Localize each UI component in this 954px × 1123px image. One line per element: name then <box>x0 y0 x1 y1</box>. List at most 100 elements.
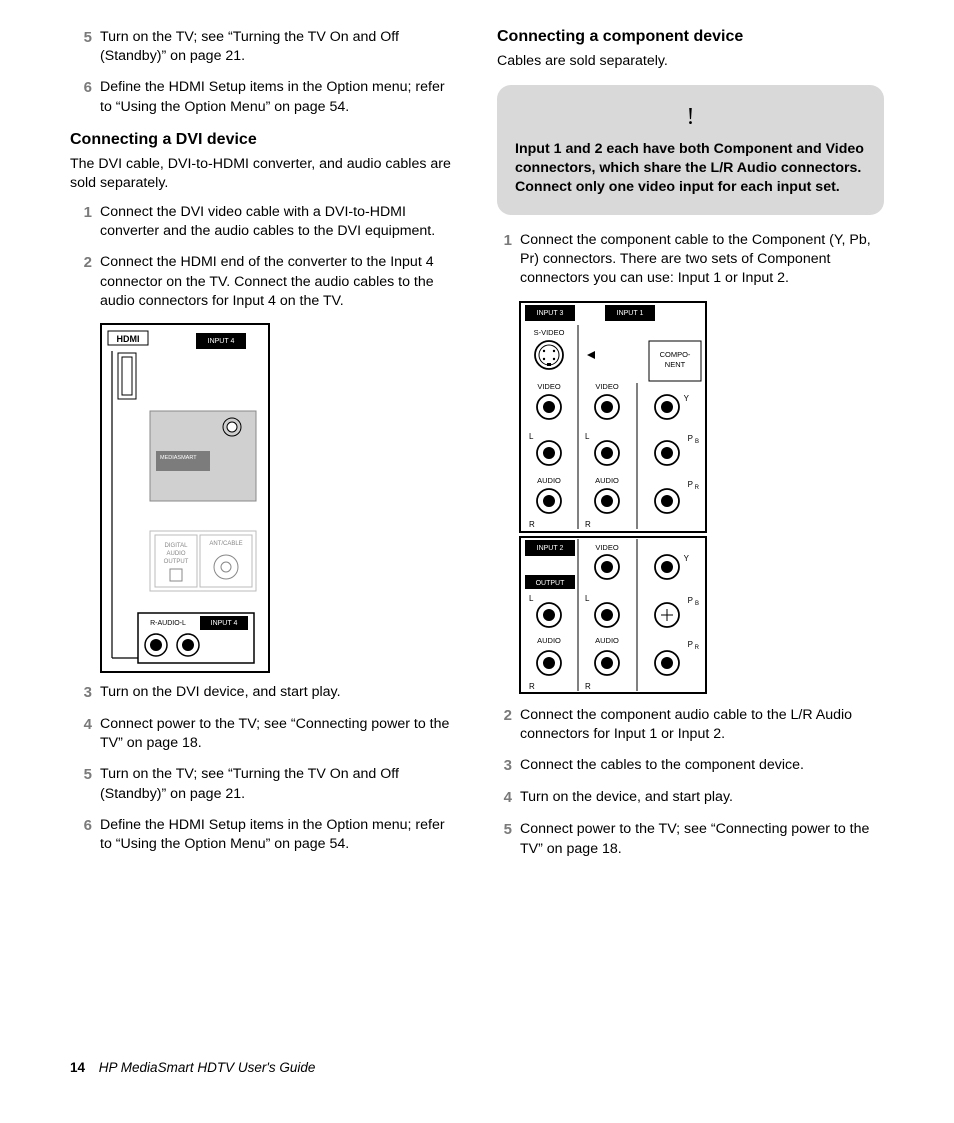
svg-text:R: R <box>585 520 591 529</box>
list-item: 4 Turn on the device, and start play. <box>497 788 884 808</box>
list-item: 2 Connect the HDMI end of the converter … <box>70 253 457 311</box>
step-number: 2 <box>497 706 512 726</box>
step-number: 6 <box>70 78 92 98</box>
label-input4: INPUT 4 <box>208 338 235 345</box>
callout-text: Input 1 and 2 each have both Component a… <box>515 140 866 198</box>
step-number: 1 <box>497 231 512 251</box>
svg-text:P: P <box>688 434 693 443</box>
svg-text:L: L <box>529 594 534 603</box>
intro-component: Cables are sold separately. <box>497 52 884 71</box>
list-item: 4 Connect power to the TV; see “Connecti… <box>70 715 457 753</box>
svg-text:R: R <box>695 645 700 651</box>
svg-text:R: R <box>585 682 591 691</box>
step-number: 1 <box>70 203 92 223</box>
step-number: 2 <box>70 253 92 273</box>
list-item: 5 Turn on the TV; see “Turning the TV On… <box>70 765 457 803</box>
list-item: 5 Turn on the TV; see “Turning the TV On… <box>70 28 457 66</box>
label-antcable: ANT/CABLE <box>209 541 242 547</box>
list-item: 6 Define the HDMI Setup items in the Opt… <box>70 78 457 116</box>
step-number: 6 <box>70 816 92 836</box>
list-item: 5 Connect power to the TV; see “Connecti… <box>497 820 884 858</box>
svg-text:B: B <box>695 439 699 445</box>
svg-text:AUDIO: AUDIO <box>537 476 561 485</box>
svg-text:OUTPUT: OUTPUT <box>164 559 189 565</box>
svg-text:AUDIO: AUDIO <box>537 636 561 645</box>
label-input3: INPUT 3 <box>537 310 564 317</box>
intro-dvi: The DVI cable, DVI-to-HDMI converter, an… <box>70 155 457 193</box>
label-input4b: INPUT 4 <box>211 620 238 627</box>
svg-text:VIDEO: VIDEO <box>595 382 619 391</box>
svg-text:Y: Y <box>684 394 690 403</box>
page-number: 14 <box>70 1060 85 1075</box>
columns: 5 Turn on the TV; see “Turning the TV On… <box>70 28 884 871</box>
step-number: 5 <box>70 765 92 785</box>
page: 5 Turn on the TV; see “Turning the TV On… <box>0 0 954 1123</box>
step-text: Connect the DVI video cable with a DVI-t… <box>100 203 457 241</box>
callout-warning: ! Input 1 and 2 each have both Component… <box>497 85 884 215</box>
heading-dvi: Connecting a DVI device <box>70 131 457 149</box>
svg-text:R: R <box>529 682 535 691</box>
heading-component: Connecting a component device <box>497 28 884 46</box>
step-text: Connect the cables to the component devi… <box>520 756 884 775</box>
step-text: Turn on the TV; see “Turning the TV On a… <box>100 28 457 66</box>
step-text: Turn on the device, and start play. <box>520 788 884 807</box>
step-text: Define the HDMI Setup items in the Optio… <box>100 816 457 854</box>
right-steps-a: 1 Connect the component cable to the Com… <box>497 231 884 289</box>
svg-text:L: L <box>585 432 590 441</box>
svg-text:R: R <box>695 485 700 491</box>
label-raudiol: R-AUDIO-L <box>150 620 186 627</box>
step-text: Connect power to the TV; see “Connecting… <box>520 820 884 858</box>
label-dao: DIGITAL <box>165 543 189 549</box>
label-svideo: S-VIDEO <box>534 328 565 337</box>
step-text: Connect the HDMI end of the converter to… <box>100 253 457 311</box>
step-text: Connect the component audio cable to the… <box>520 706 884 744</box>
svg-text:L: L <box>585 594 590 603</box>
list-item: 3 Connect the cables to the component de… <box>497 756 884 776</box>
step-text: Turn on the DVI device, and start play. <box>100 683 457 702</box>
step-number: 4 <box>497 788 512 808</box>
svg-text:COMPO-: COMPO- <box>660 350 691 359</box>
step-text: Connect the component cable to the Compo… <box>520 231 884 289</box>
svg-text:B: B <box>695 601 699 607</box>
component-panel-diagram: INPUT 3 INPUT 1 S-VIDEO <box>519 301 709 696</box>
svg-text:L: L <box>529 432 534 441</box>
svg-text:NENT: NENT <box>665 360 686 369</box>
svg-text:AUDIO: AUDIO <box>595 636 619 645</box>
right-column: Connecting a component device Cables are… <box>497 28 884 871</box>
right-steps-b: 2 Connect the component audio cable to t… <box>497 706 884 859</box>
label-hdmi: HDMI <box>117 334 140 344</box>
step-text: Define the HDMI Setup items in the Optio… <box>100 78 457 116</box>
svg-text:Y: Y <box>684 554 690 563</box>
svg-text:P: P <box>688 640 693 649</box>
list-item: 1 Connect the DVI video cable with a DVI… <box>70 203 457 241</box>
step-number: 5 <box>70 28 92 48</box>
step-number: 3 <box>497 756 512 776</box>
footer-title: HP MediaSmart HDTV User's Guide <box>99 1060 316 1075</box>
left-column: 5 Turn on the TV; see “Turning the TV On… <box>70 28 457 871</box>
step-text: Turn on the TV; see “Turning the TV On a… <box>100 765 457 803</box>
warning-icon: ! <box>515 101 866 133</box>
svg-text:P: P <box>688 480 693 489</box>
hdmi-panel-diagram: HDMI INPUT 4 <box>100 323 270 673</box>
label-input2: INPUT 2 <box>537 545 564 552</box>
left-steps-a: 1 Connect the DVI video cable with a DVI… <box>70 203 457 311</box>
step-number: 3 <box>70 683 92 703</box>
svg-text:P: P <box>688 596 693 605</box>
svg-text:VIDEO: VIDEO <box>537 382 561 391</box>
right-diagram: INPUT 3 INPUT 1 S-VIDEO <box>519 301 884 696</box>
svg-text:AUDIO: AUDIO <box>166 551 185 557</box>
svg-text:AUDIO: AUDIO <box>595 476 619 485</box>
list-item: 6 Define the HDMI Setup items in the Opt… <box>70 816 457 854</box>
label-output: OUTPUT <box>536 580 566 587</box>
left-steps-b: 3 Turn on the DVI device, and start play… <box>70 683 457 854</box>
step-number: 5 <box>497 820 512 840</box>
step-text: Connect power to the TV; see “Connecting… <box>100 715 457 753</box>
step-number: 4 <box>70 715 92 735</box>
list-item: 3 Turn on the DVI device, and start play… <box>70 683 457 703</box>
footer: 14 HP MediaSmart HDTV User's Guide <box>70 1060 315 1075</box>
label-mediasmart: MEDIASMART <box>160 455 197 461</box>
list-item: 1 Connect the component cable to the Com… <box>497 231 884 289</box>
svg-text:R: R <box>529 520 535 529</box>
label-input1: INPUT 1 <box>617 310 644 317</box>
left-top-steps: 5 Turn on the TV; see “Turning the TV On… <box>70 28 457 117</box>
